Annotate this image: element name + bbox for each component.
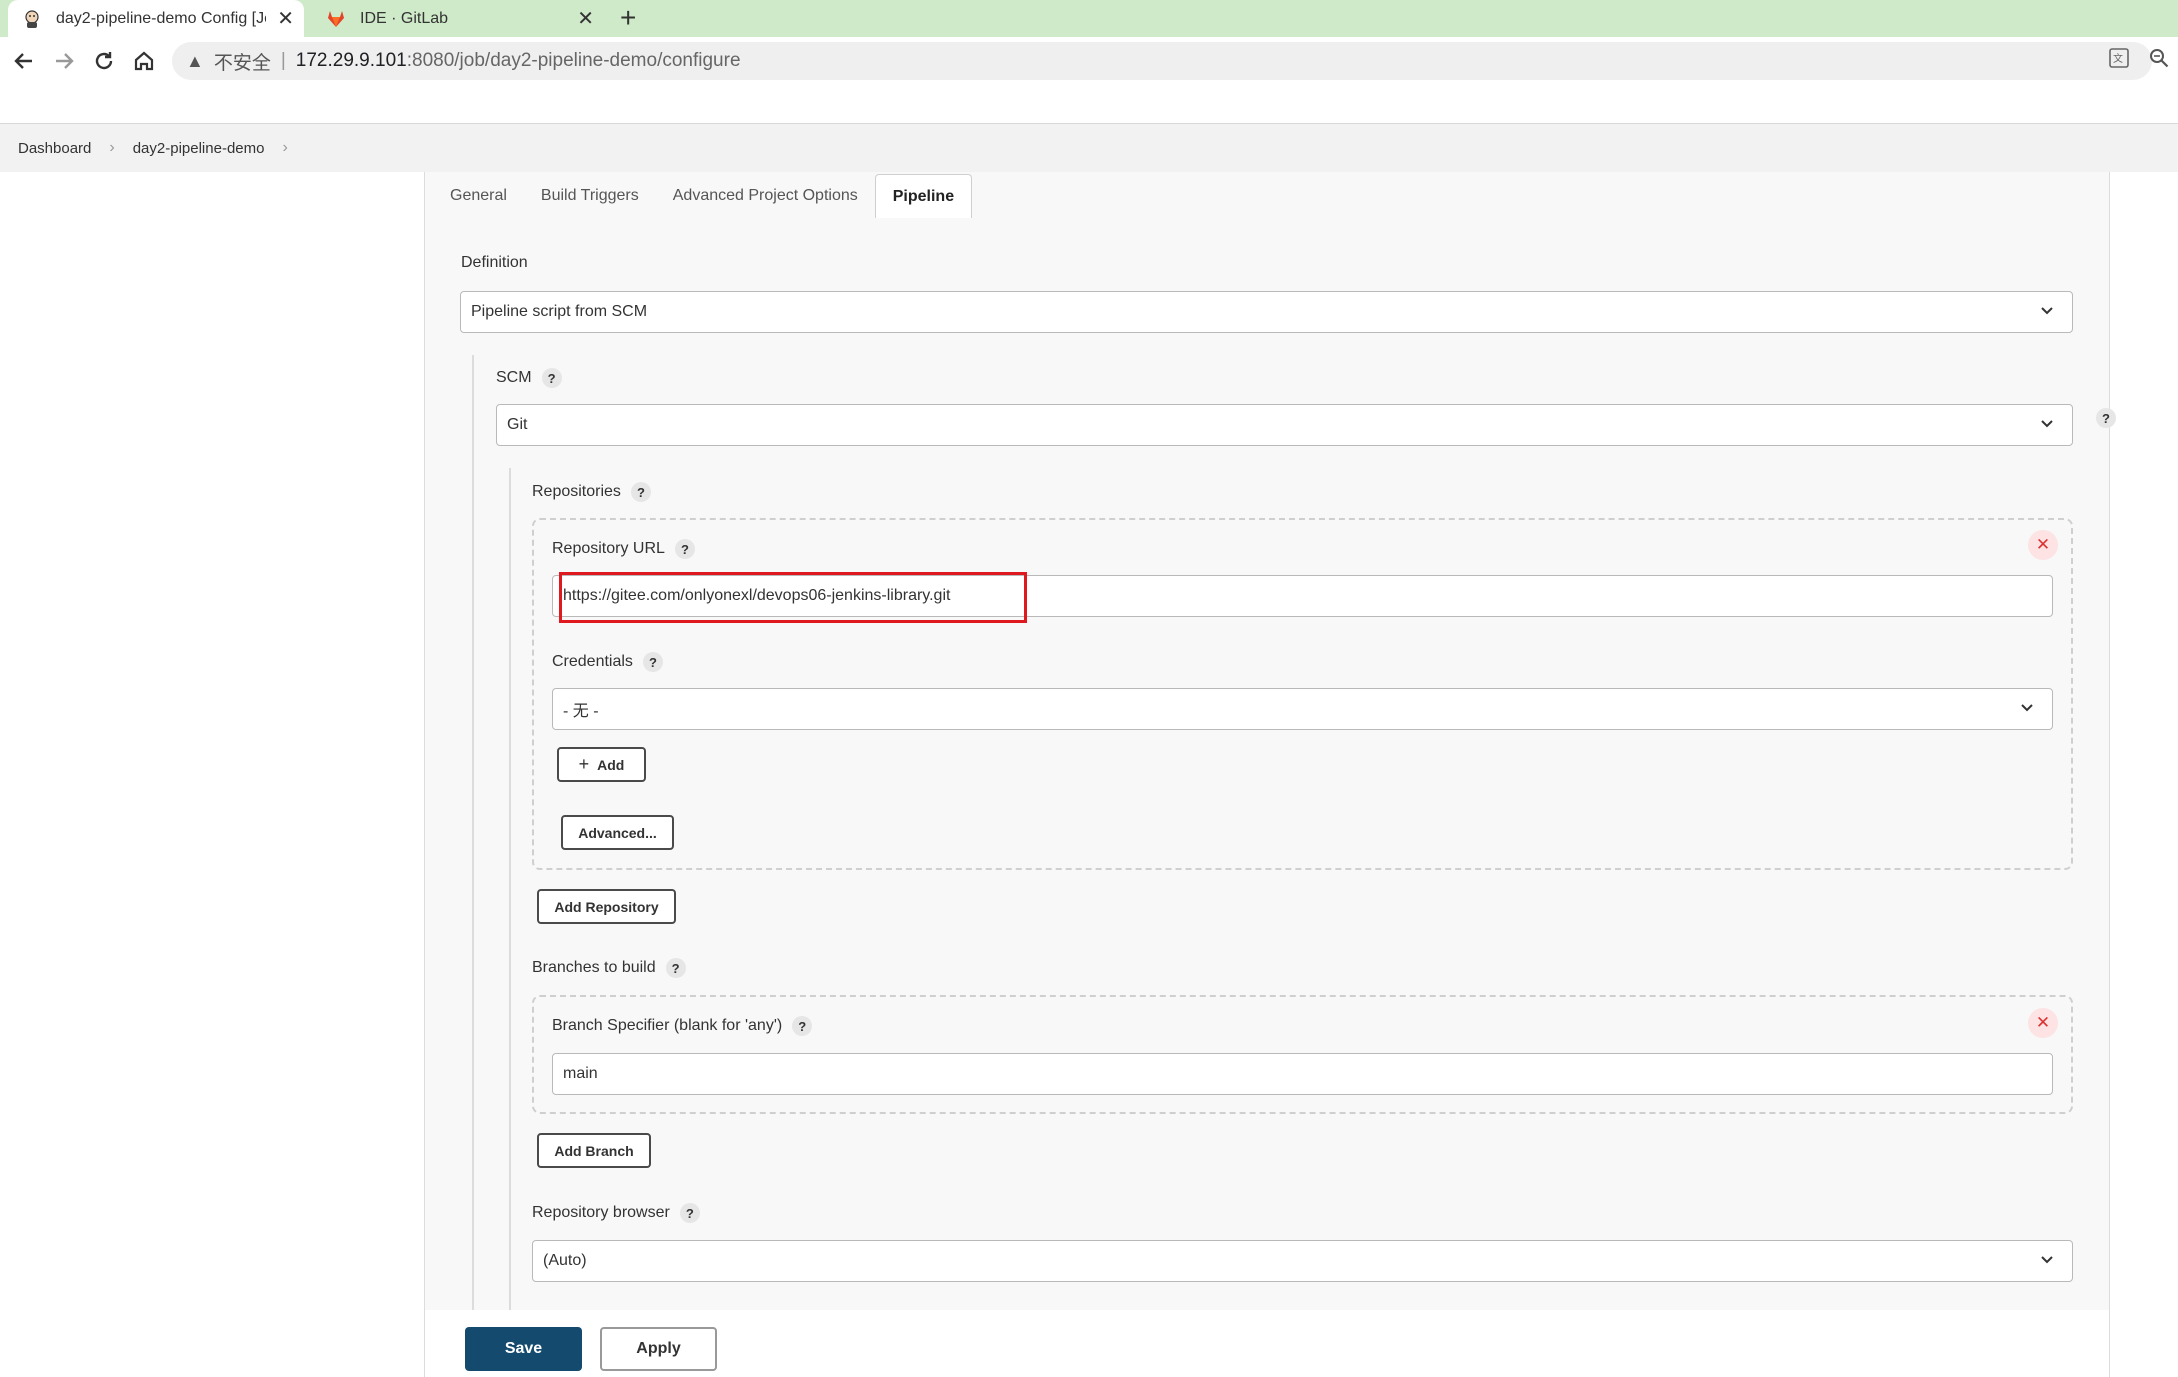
branches-label-text: Branches to build [532, 959, 656, 976]
close-tab-icon[interactable]: ✕ [577, 6, 594, 31]
address-host: 172.29.9.101 [295, 50, 407, 71]
add-repository-label: Add Repository [554, 898, 659, 915]
help-icon[interactable]: ? [674, 539, 695, 559]
tab-general[interactable]: General [433, 174, 524, 218]
delete-branch-icon[interactable]: ✕ [2028, 1008, 2058, 1038]
plus-icon: + [578, 754, 590, 774]
breadcrumb: Dashboard › day2-pipeline-demo › [0, 124, 2178, 172]
new-tab-icon[interactable]: + [620, 2, 636, 34]
help-icon[interactable]: ? [630, 482, 651, 502]
breadcrumb-chevron-icon: › [282, 139, 288, 156]
tab-pipeline[interactable]: Pipeline [874, 174, 973, 218]
branch-specifier-label: Branch Specifier (blank for 'any') ? [552, 1016, 813, 1036]
security-status: 不安全 [213, 52, 271, 74]
git-section-indent [509, 468, 511, 1310]
warning-icon: ▲ [186, 50, 204, 71]
chevron-down-icon [2021, 704, 2033, 712]
repository-browser-value: (Auto) [543, 1252, 587, 1269]
chevron-down-icon [2041, 1256, 2053, 1264]
forward-arrow-icon[interactable] [50, 47, 78, 75]
reload-icon[interactable] [90, 47, 118, 75]
add-credentials-label: Add [597, 756, 625, 773]
breadcrumb-dashboard[interactable]: Dashboard [18, 140, 91, 157]
repositories-label-text: Repositories [532, 483, 621, 500]
advanced-label: Advanced... [578, 824, 657, 841]
repository-browser-select[interactable]: (Auto) [532, 1240, 2073, 1282]
scm-label-text: SCM [496, 369, 532, 386]
credentials-value: - 无 - [563, 703, 599, 720]
add-branch-button[interactable]: Add Branch [537, 1133, 651, 1168]
chevron-down-icon [2041, 307, 2053, 315]
address-bar[interactable]: ▲ 不安全 | 172.29.9.101 :8080/job/day2-pipe… [172, 42, 2152, 80]
branches-to-build-label: Branches to build ? [532, 958, 686, 978]
help-icon[interactable]: ? [679, 1203, 700, 1223]
browser-tab-gitlab[interactable]: IDE · GitLab ✕ [312, 0, 604, 37]
breadcrumb-job[interactable]: day2-pipeline-demo [133, 140, 265, 157]
delete-repository-icon[interactable]: ✕ [2028, 530, 2058, 560]
definition-value: Pipeline script from SCM [471, 303, 648, 320]
repository-url-label: Repository URL ? [552, 539, 695, 559]
branch-specifier-value: main [563, 1065, 598, 1082]
credentials-label-text: Credentials [552, 653, 633, 670]
svg-text:文: 文 [2113, 52, 2123, 65]
help-icon[interactable]: ? [642, 652, 663, 672]
definition-label-text: Definition [461, 254, 528, 271]
jenkins-favicon-icon [22, 9, 42, 29]
tab-build-triggers[interactable]: Build Triggers [524, 174, 656, 218]
repository-url-label-text: Repository URL [552, 540, 665, 557]
help-icon[interactable]: ? [541, 368, 562, 388]
definition-select[interactable]: Pipeline script from SCM [460, 291, 2073, 333]
browser-tab-title: day2-pipeline-demo Config [Je [56, 9, 266, 27]
branch-specifier-input[interactable]: main [552, 1053, 2053, 1095]
zoom-icon[interactable] [2148, 47, 2170, 75]
browser-tab-strip: day2-pipeline-demo Config [Je ✕ IDE · Gi… [0, 0, 2178, 37]
scm-label: SCM ? [496, 368, 562, 388]
close-tab-icon[interactable]: ✕ [277, 6, 294, 31]
advanced-button[interactable]: Advanced... [561, 815, 674, 850]
address-separator: | [280, 50, 286, 71]
scm-section-indent [472, 355, 474, 1310]
help-icon[interactable]: ? [792, 1016, 813, 1036]
repositories-label: Repositories ? [532, 482, 651, 502]
scm-value: Git [507, 416, 528, 433]
apply-button[interactable]: Apply [600, 1327, 717, 1371]
repository-browser-label: Repository browser ? [532, 1203, 700, 1223]
translate-icon[interactable]: 文 [2108, 47, 2130, 75]
browser-toolbar: ▲ 不安全 | 172.29.9.101 :8080/job/day2-pipe… [0, 37, 2178, 85]
browser-tab-jenkins-config[interactable]: day2-pipeline-demo Config [Je ✕ [8, 0, 304, 37]
repository-url-highlight [559, 572, 1027, 623]
page-header-area [0, 85, 2178, 124]
add-branch-label: Add Branch [554, 1142, 634, 1159]
add-repository-button[interactable]: Add Repository [537, 889, 676, 924]
help-icon[interactable]: ? [2096, 408, 2116, 428]
browser-tab-title: IDE · GitLab [360, 9, 449, 27]
back-arrow-icon[interactable] [10, 47, 38, 75]
save-button[interactable]: Save [465, 1327, 582, 1371]
credentials-label: Credentials ? [552, 652, 663, 672]
config-tabs: General Build Triggers Advanced Project … [433, 174, 973, 218]
add-credentials-button[interactable]: + Add [557, 747, 646, 782]
definition-label: Definition [461, 254, 528, 272]
repository-browser-label-text: Repository browser [532, 1204, 670, 1221]
tab-advanced-project-options[interactable]: Advanced Project Options [656, 174, 875, 218]
address-path: :8080/job/day2-pipeline-demo/configure [406, 50, 741, 71]
credentials-select[interactable]: - 无 - [552, 688, 2053, 730]
gitlab-favicon-icon [326, 9, 346, 29]
help-icon[interactable]: ? [665, 958, 686, 978]
scm-select[interactable]: Git [496, 404, 2073, 446]
home-icon[interactable] [130, 47, 158, 75]
chevron-down-icon [2041, 420, 2053, 428]
branch-specifier-label-text: Branch Specifier (blank for 'any') [552, 1017, 783, 1034]
breadcrumb-chevron-icon: › [109, 139, 115, 156]
